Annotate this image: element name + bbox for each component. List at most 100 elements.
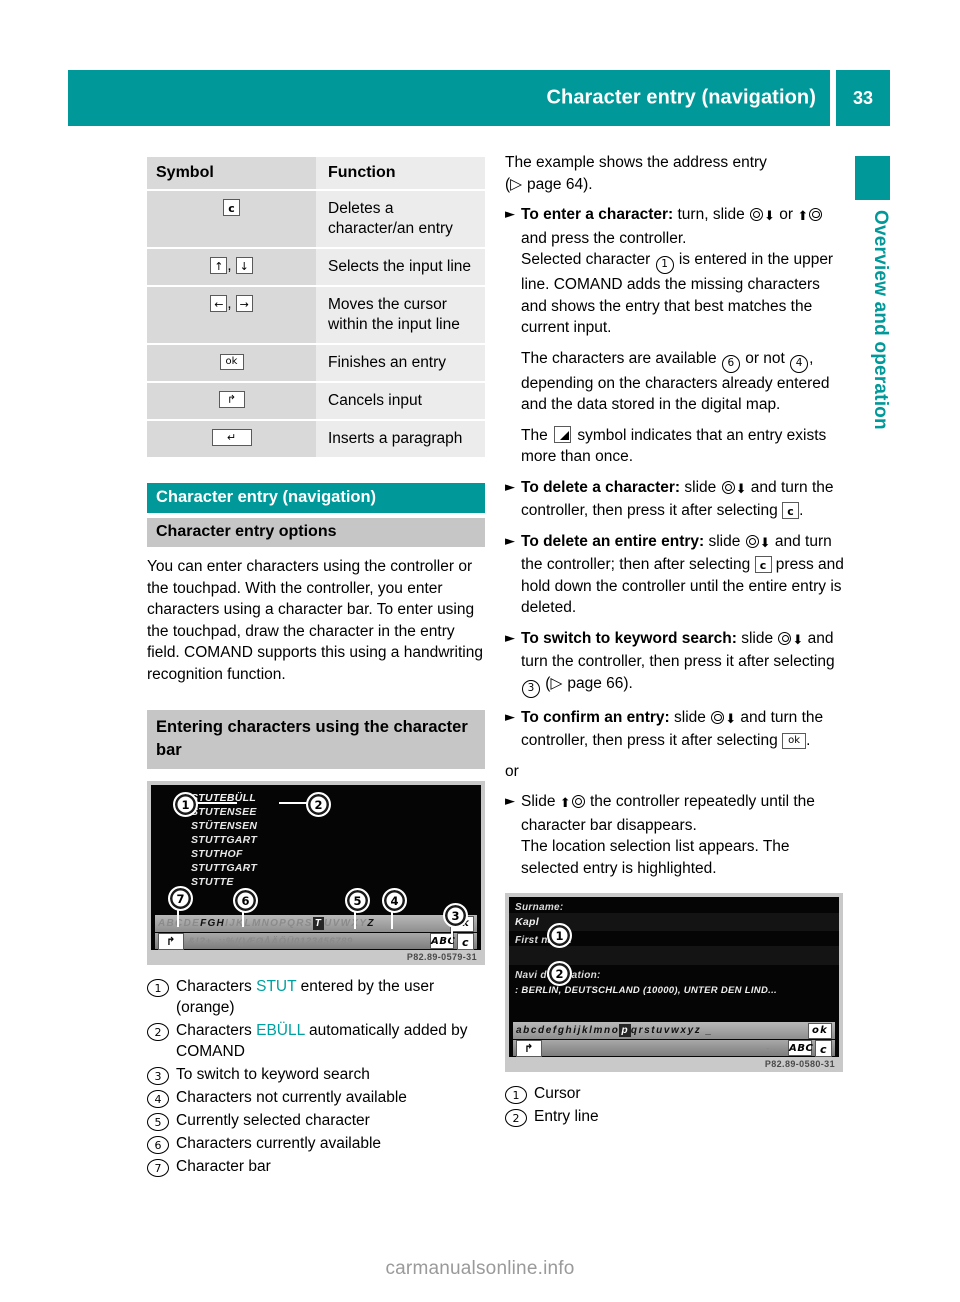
instruction-slide-up: ► Slide ⬆ the controller repeatedly unti… [505,791,845,879]
function-text: Deletes a character/an entry [328,200,453,237]
figure1-character-bar-row2: ↱ &!?+,.:;%/()ÆØÅÄÖÜ0123456789 ABC c [155,932,477,950]
table-header-row: Symbol Function [147,157,485,191]
chars-available: FGH [200,918,226,929]
instruction-text: . [806,732,811,749]
callout-2: 2 [547,961,572,986]
arrow-left-icon: ← [210,295,228,313]
figure2-legend: 1 Cursor 2 Entry line [505,1083,843,1127]
intro-paren-close: ). [583,175,593,193]
table-row: ok Finishes an entry [147,344,485,383]
bullet-arrow-icon: ► [505,709,515,725]
page-header: Character entry (navigation) 33 [68,70,890,126]
instruction-text: slide [680,478,721,496]
controller-icon [809,208,823,221]
page-title: Character entry (navigation) [546,86,816,109]
callout-leader [195,802,237,804]
callout-ref-1: 1 [655,256,674,274]
instruction-confirm-entry: ► To confirm an entry: slide ⬇ and turn … [505,707,845,752]
header-title-bar: Character entry (navigation) [68,70,830,126]
bullet-arrow-icon: ► [505,207,515,222]
chars-last: Z [367,918,375,929]
clear-button-icon[interactable]: c [815,1039,832,1057]
function-text: Finishes an entry [328,354,447,371]
paragraph-duplicate-entry: The symbol indicates that an entry exist… [505,425,845,468]
legend-number: 2 [147,1023,169,1041]
list-item: STUTTGART [191,862,258,874]
chars-available: abcdefghijklmno [516,1025,620,1036]
body-text: The characters are available [521,349,721,367]
ok-button-icon[interactable]: ok [808,1022,832,1039]
chars-tail: qrstuvwxyz _ [630,1025,713,1036]
function-text: Cancels input [328,392,422,409]
legend-text: Currently selected character [176,1112,370,1129]
page-ref-icon: ▷ [510,174,528,193]
legend-item: 1 Characters STUT entered by the user (o… [147,976,485,1018]
figure2-character-bar-row2: ↱ - . , ABC c [513,1039,835,1057]
legend-item: 1 Cursor [505,1083,843,1104]
back-button-icon[interactable]: ↱ [158,932,184,950]
section-tab-marker [855,156,890,200]
figure1-legend: 1 Characters STUT entered by the user (o… [147,976,485,1177]
instruction-label: To switch to keyword search: [521,629,737,647]
table-row: ↵ Inserts a paragraph [147,420,485,459]
legend-text: To switch to keyword search [176,1066,370,1083]
legend-number: 1 [147,979,169,997]
section-heading: Character entry (navigation) [147,483,485,513]
back-key-icon: ↱ [218,391,245,409]
slide-down-icon: ⬇ [725,711,737,727]
legend-pre: Characters [176,1022,257,1039]
legend-text: Characters STUT entered by the user (ora… [176,976,485,1018]
controller-icon [721,480,735,494]
figure2-character-bar-row1: abcdefghijklmno p qrstuvwxyz _ ok [513,1022,835,1039]
symbol-cell: ↑, ↓ [147,248,316,287]
abc-button-icon[interactable]: ABC [788,1040,813,1056]
legend-highlight: EBÜLL [256,1022,305,1039]
bullet-spacer [505,425,521,468]
figure-character-bar: STUTEBÜLL STUTENSEE STÜTENSEN STUTTGART … [147,781,485,965]
slide-up-icon: ⬆ [559,796,571,811]
table-row: c Deletes a character/an entry [147,190,485,249]
bullet-arrow-icon: ► [505,533,515,549]
bullet-spacer [505,348,521,416]
figure2-screen: Surname: Kapl First name: Navi destinati… [509,897,839,1057]
callout-ref-6: 6 [721,354,740,373]
slide-down-icon: ⬇ [792,632,804,648]
function-cell: Moves the cursor within the input line [316,286,485,345]
back-button-icon[interactable]: ↱ [516,1039,542,1057]
instruction-delete-character: ► To delete a character: slide ⬇ and tur… [505,477,845,522]
slide-down-icon: ⬇ [735,481,747,497]
callout-1: 1 [173,792,198,817]
chars-mid: IJKLMNOPQRS [225,918,313,929]
function-text: Moves the cursor within the input line [328,296,460,333]
ok-key-icon: ok [782,732,807,749]
list-item: STUTHOF [191,848,243,860]
callout-6: 6 [233,888,258,913]
table-row: ↱ Cancels input [147,382,485,421]
slide-down-icon: ⬇ [759,535,771,551]
intro-paragraph: The example shows the address entry (▷ p… [505,152,845,195]
page-reference: page 66 [567,674,624,692]
function-cell: Inserts a paragraph [316,420,485,459]
bullet-arrow-icon: ► [505,630,515,646]
figure1-caption: P82.89-0579-31 [406,952,477,962]
instruction-text: and press the controller. [521,229,687,247]
legend-number: 1 [505,1086,527,1104]
function-cell: Deletes a character/an entry [316,190,485,249]
legend-number: 3 [147,1067,169,1085]
controller-icon [711,710,725,724]
bullet-arrow-icon: ► [505,479,515,495]
legend-number: 6 [147,1136,169,1154]
legend-number: 7 [147,1159,169,1177]
intro-line-1: The example shows the address entry [505,154,767,171]
symbol-cell: ←, → [147,286,316,345]
instruction-text: slide [704,532,745,550]
delete-key-icon: c [782,502,800,520]
function-cell: Selects the input line [316,248,485,287]
clear-button-icon[interactable]: c [457,932,474,950]
slide-up-icon: ⬆ [797,209,809,224]
arrow-down-icon: ↓ [235,257,253,275]
body-text: or not [740,349,790,367]
delete-key-icon: c [754,556,772,574]
section-body-text: You can enter characters using the contr… [147,558,483,683]
instruction-text: turn, slide [673,206,749,223]
